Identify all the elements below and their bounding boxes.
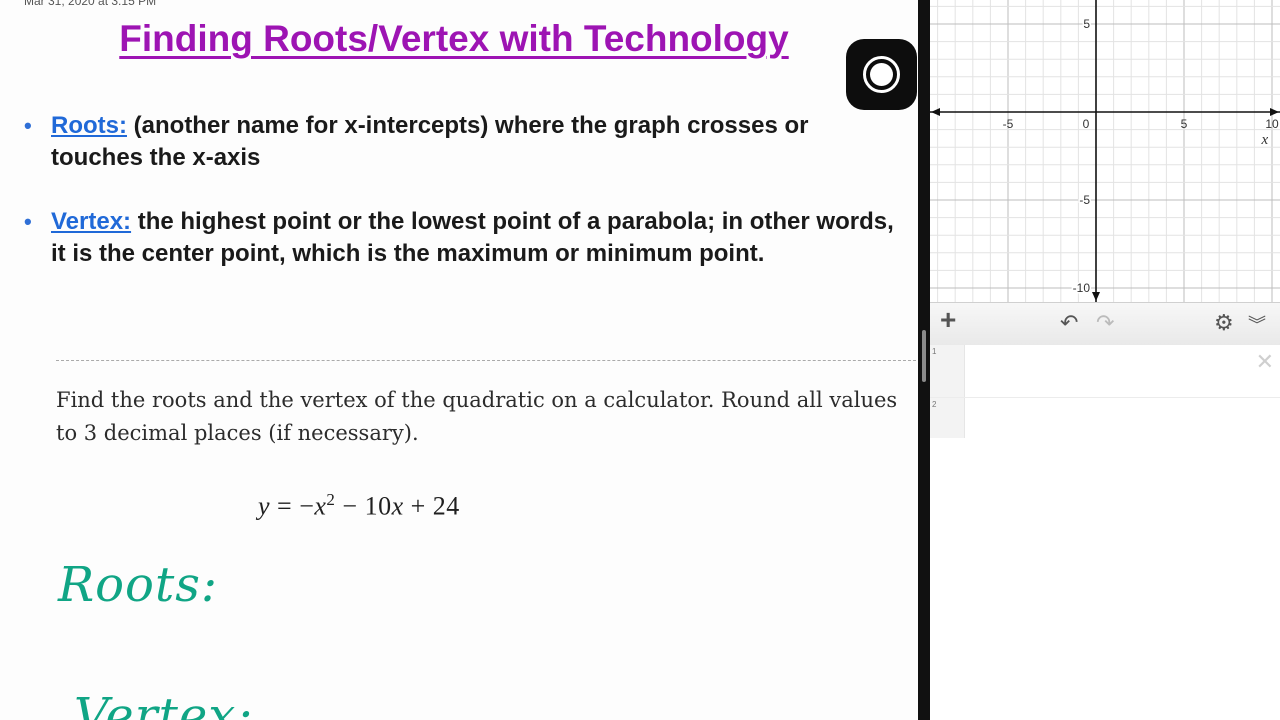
equation-x1: x — [314, 491, 327, 521]
definition-roots: • Roots: (another name for x-intercepts)… — [24, 110, 904, 174]
dashed-separator — [56, 360, 916, 361]
handwritten-roots-label: Roots: — [58, 557, 219, 613]
expression-number: 1 — [932, 347, 937, 356]
bullet-icon: • — [24, 113, 32, 138]
x-tick-label: 0 — [1083, 117, 1090, 131]
x-axis-arrow-left — [931, 108, 940, 116]
problem-statement: Find the roots and the vertex of the qua… — [56, 388, 898, 445]
expression-row[interactable]: 2 — [930, 398, 1280, 440]
screen-record-button[interactable] — [846, 39, 917, 110]
page-title: Finding Roots/Vertex with Technology — [119, 18, 789, 59]
definitions-list: • Roots: (another name for x-intercepts)… — [24, 110, 904, 270]
expression-input[interactable] — [966, 345, 1250, 399]
x-tick-label: 5 — [1181, 117, 1188, 131]
close-icon[interactable]: ✕ — [1256, 349, 1274, 375]
definition-roots-text: (another name for x-intercepts) where th… — [51, 112, 809, 171]
x-tick-label: -5 — [1003, 117, 1014, 131]
equation-lhs: y — [258, 491, 271, 521]
y-axis-arrow-down — [1092, 292, 1100, 301]
expression-gutter: 1 — [930, 345, 965, 397]
equation-x2: x — [391, 491, 404, 521]
x-axis-arrow-right — [1270, 108, 1279, 116]
expression-input[interactable] — [966, 398, 1250, 440]
notes-page: Mar 31, 2020 at 3:15 PM Finding Roots/Ve… — [0, 0, 918, 720]
split-view-handle[interactable] — [922, 330, 926, 382]
expression-row[interactable]: 1 ✕ — [930, 345, 1280, 399]
double-chevron-down-icon[interactable]: ︾ — [1248, 313, 1266, 337]
term-roots: Roots: — [51, 112, 127, 139]
expression-number: 2 — [932, 400, 937, 409]
timestamp: Mar 31, 2020 at 3:15 PM — [24, 0, 157, 8]
x-tick-label: 10 — [1265, 117, 1279, 131]
equation-mid: − 10 — [335, 491, 392, 521]
redo-icon[interactable]: ↷ — [1096, 311, 1114, 335]
expression-gutter: 2 — [930, 398, 965, 438]
y-tick-label: 5 — [1083, 17, 1090, 31]
expression-toolbar: + ↶ ↷ ⚙ ︾ — [930, 302, 1280, 346]
equation-eq: = − — [270, 491, 315, 521]
equation-tail: + 24 — [403, 491, 460, 521]
handwritten-vertex-label: Vertex: — [74, 688, 254, 720]
undo-icon[interactable]: ↶ — [1060, 311, 1078, 335]
gear-icon[interactable]: ⚙ — [1214, 311, 1234, 335]
plus-icon[interactable]: + — [940, 306, 956, 334]
definition-vertex-text: the highest point or the lowest point of… — [51, 208, 894, 267]
graph-grid: -5 0 5 10 5 -5 -10 x — [930, 0, 1280, 302]
record-icon — [870, 63, 893, 86]
y-tick-label: -5 — [1079, 193, 1090, 207]
y-tick-label: -10 — [1073, 281, 1091, 295]
term-vertex: Vertex: — [51, 208, 132, 235]
x-axis-label: x — [1260, 132, 1268, 148]
quadratic-equation: y = −x2 − 10x + 24 — [258, 490, 460, 522]
expression-list: 1 ✕ 2 — [930, 345, 1280, 720]
definition-vertex: • Vertex: the highest point or the lowes… — [24, 206, 904, 270]
bullet-icon: • — [24, 209, 32, 234]
graph-canvas[interactable]: -5 0 5 10 5 -5 -10 x — [930, 0, 1280, 302]
